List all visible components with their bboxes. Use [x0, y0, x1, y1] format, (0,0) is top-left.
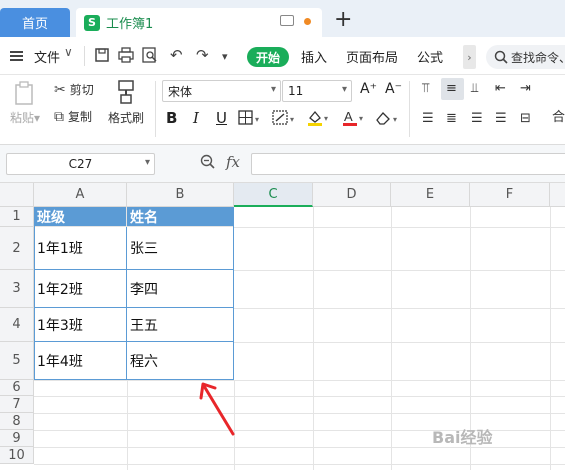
cut-label: 剪切 [69, 83, 94, 97]
svg-text:▾: ▾ [359, 114, 363, 123]
print-icon[interactable] [118, 47, 134, 63]
chevron-down-icon[interactable]: ∨ [64, 45, 73, 59]
undo-icon[interactable]: ↶ [170, 47, 183, 63]
indent-increase-icon[interactable]: ⇥ [520, 82, 531, 96]
search-placeholder: 查找命令、 [511, 50, 565, 65]
divider [409, 81, 410, 137]
tab-insert[interactable]: 插入 [301, 47, 327, 66]
menu-icon[interactable] [10, 51, 23, 61]
redo-icon[interactable]: ↷ [196, 47, 209, 63]
align-right-icon[interactable]: ☰ [471, 112, 483, 126]
divider [155, 81, 156, 137]
monitor-icon[interactable] [280, 15, 294, 26]
customize-toolbar-icon[interactable]: ▾ [222, 49, 228, 65]
eraser-icon[interactable]: ▾ [375, 110, 403, 126]
font-name-value: 宋体 [168, 84, 193, 99]
chevron-down-icon: ▾ [341, 84, 347, 95]
chevron-down-icon: ▾ [270, 84, 276, 95]
tab-formula[interactable]: 公式 [417, 47, 443, 66]
italic-button[interactable]: I [193, 109, 199, 127]
copy-label: 复制 [68, 110, 93, 124]
cut-button[interactable]: ✂ 剪切 [54, 81, 94, 98]
insert-function-icon[interactable]: fx [226, 153, 240, 171]
font-grow-button[interactable]: A⁺ [360, 81, 377, 97]
menu-bar: 文件 ∨ ↶ ↷ ▾ 开始 插入 页面布局 公式 › 查找命令、 [0, 37, 565, 75]
scissors-icon: ✂ [54, 81, 66, 98]
merge-center-button[interactable]: 合 [552, 111, 565, 125]
workbook-title: 工作簿1 [106, 17, 154, 32]
save-icon[interactable] [94, 47, 110, 63]
bold-button[interactable]: B [166, 109, 177, 127]
justify-icon[interactable]: ☰ [495, 112, 507, 126]
new-tab-button[interactable]: + [334, 9, 352, 31]
paste-button[interactable]: 粘贴▾ [10, 81, 40, 126]
underline-button[interactable]: U [216, 109, 227, 127]
svg-text:▾: ▾ [255, 115, 259, 124]
tab-home[interactable]: 首页 [0, 8, 70, 37]
chevron-down-icon: ▾ [144, 157, 150, 168]
tab-bar: 首页 S 工作簿1 + [0, 0, 565, 37]
distributed-icon[interactable]: ⊟ [520, 112, 531, 126]
merge-cells-icon[interactable]: ▾ [272, 110, 298, 126]
unsaved-dot-icon [304, 18, 311, 25]
indent-decrease-icon[interactable]: ⇤ [495, 82, 506, 96]
brush-icon [118, 80, 134, 104]
formula-input[interactable] [251, 153, 565, 175]
font-size-value: 11 [288, 84, 304, 98]
cell-reference: C27 [68, 157, 93, 171]
divider [84, 46, 85, 66]
font-shrink-button[interactable]: A⁻ [385, 81, 402, 97]
font-color-icon[interactable]: A ▾ [341, 109, 367, 127]
ribbon: 粘贴▾ ✂ 剪切 ⧉ 复制 格式刷 宋体 ▾ 11 ▾ A⁺ A⁻ B I U ▾ ▾ … [0, 75, 565, 145]
command-search[interactable]: 查找命令、 [486, 45, 565, 69]
align-left-icon[interactable]: ☰ [422, 112, 434, 126]
format-painter-button[interactable]: 格式刷 [108, 79, 144, 126]
tab-workbook[interactable]: S 工作簿1 [76, 8, 322, 37]
annotation-arrow [199, 382, 235, 436]
search-icon [494, 50, 508, 64]
file-menu[interactable]: 文件 [34, 47, 60, 66]
paste-label: 粘贴▾ [10, 111, 41, 125]
align-top-icon[interactable]: ⫪ [422, 82, 429, 96]
watermark-logo: Bai经验 [432, 428, 493, 447]
align-middle-icon[interactable]: ≡ [446, 82, 457, 96]
svg-text:▾: ▾ [393, 115, 397, 124]
svg-text:▾: ▾ [324, 114, 328, 123]
font-size-select[interactable]: 11 ▾ [282, 80, 352, 102]
svg-text:▾: ▾ [290, 115, 294, 124]
name-box[interactable]: C27 ▾ [6, 153, 155, 175]
tab-start[interactable]: 开始 [247, 47, 289, 67]
fill-color-icon[interactable]: ▾ [306, 109, 332, 127]
svg-text:A: A [344, 109, 353, 124]
borders-icon[interactable]: ▾ [238, 110, 262, 126]
tab-page-layout[interactable]: 页面布局 [346, 47, 398, 66]
zoom-icon[interactable] [200, 154, 216, 170]
spreadsheet-icon: S [84, 14, 100, 31]
copy-button[interactable]: ⧉ 复制 [54, 108, 92, 125]
more-tabs-button[interactable]: › [463, 45, 476, 69]
font-name-select[interactable]: 宋体 ▾ [162, 80, 281, 102]
paste-icon [15, 81, 33, 105]
print-preview-icon[interactable] [142, 47, 158, 63]
copy-icon: ⧉ [54, 108, 64, 125]
format-painter-label: 格式刷 [108, 111, 145, 125]
align-center-icon[interactable]: ≣ [446, 112, 457, 126]
align-bottom-icon[interactable]: ⫫ [471, 82, 478, 96]
formula-bar: C27 ▾ fx [0, 145, 565, 183]
